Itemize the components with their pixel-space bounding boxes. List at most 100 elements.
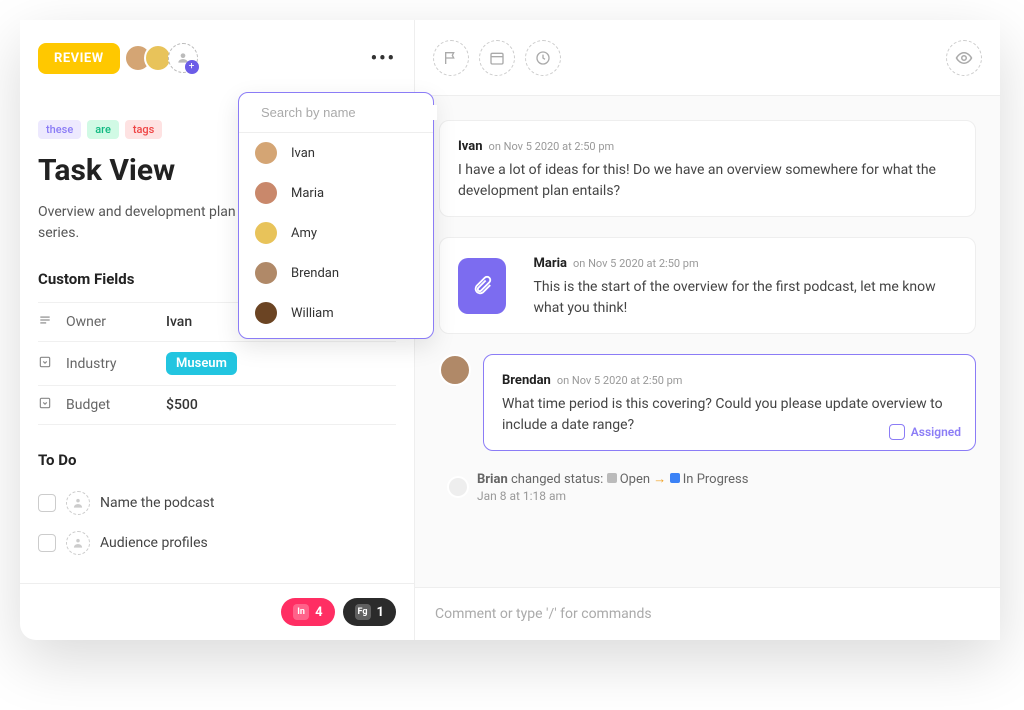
field-label: Budget [66, 397, 166, 413]
people-option-label: Brendan [291, 266, 339, 281]
activity-row: Brian changed status: Open → In Progress… [439, 471, 976, 503]
eye-icon [955, 49, 973, 67]
avatar [447, 476, 469, 498]
flag-button[interactable] [433, 40, 469, 76]
custom-field-row[interactable]: Industry Museum [38, 341, 396, 385]
avatar [253, 180, 279, 206]
todo-item[interactable]: Audience profiles [38, 523, 396, 563]
person-icon [71, 536, 85, 550]
people-option-label: Amy [291, 226, 317, 241]
people-option[interactable]: Maria [239, 173, 433, 213]
right-panel: Ivan on Nov 5 2020 at 2:50 pm I have a lo… [415, 20, 1000, 640]
todo-label: Audience profiles [100, 535, 208, 551]
assigned-checkbox[interactable] [889, 424, 905, 440]
people-option-label: Ivan [291, 146, 315, 161]
attachment-button[interactable] [458, 258, 506, 314]
people-option[interactable]: Amy [239, 213, 433, 253]
search-input[interactable] [261, 105, 437, 120]
avatar-pile: + [132, 43, 198, 73]
activity-author: Brian [477, 472, 508, 487]
todo-checkbox[interactable] [38, 494, 56, 512]
assign-button[interactable] [66, 531, 90, 555]
field-value-pill[interactable]: Museum [166, 352, 237, 375]
todo-label: Name the podcast [100, 495, 214, 511]
activity-from: Open [620, 472, 654, 487]
activity-phrase: changed status: [511, 472, 607, 487]
comment-body[interactable]: Ivan on Nov 5 2020 at 2:50 pm I have a lo… [439, 120, 976, 217]
status-color-icon [607, 473, 617, 483]
integration-chip[interactable]: In 4 [281, 598, 334, 626]
comment-author: Maria [534, 256, 568, 271]
left-footer: In 4 Fg 1 [20, 583, 414, 640]
avatar [253, 300, 279, 326]
comment-avatar[interactable] [439, 354, 471, 386]
plus-icon: + [185, 60, 199, 74]
assign-button[interactable] [66, 491, 90, 515]
comment-author: Brendan [502, 373, 551, 388]
comment-text: I have a lot of ideas for this! Do we ha… [458, 160, 957, 202]
comment: Brendanon Nov 5 2020 at 2:50 pm What tim… [439, 354, 976, 451]
people-option-label: William [291, 306, 334, 321]
dropdown-icon [38, 396, 58, 414]
comment-time: on Nov 5 2020 at 2:50 pm [573, 257, 699, 270]
app-window: REVIEW + ••• thesearetags Task View Over… [20, 20, 1000, 640]
assigned-label: Assigned [911, 425, 961, 439]
watch-button[interactable] [946, 40, 982, 76]
clock-icon [535, 50, 551, 66]
people-option[interactable]: Ivan [239, 133, 433, 173]
avatar [253, 140, 279, 166]
right-header [415, 20, 1000, 96]
text-icon [38, 313, 58, 331]
activity-time: Jan 8 at 1:18 am [477, 489, 748, 503]
field-label: Industry [66, 356, 166, 372]
comment-time: on Nov 5 2020 at 2:50 pm [557, 374, 683, 387]
time-button[interactable] [525, 40, 561, 76]
tag[interactable]: are [87, 120, 119, 139]
comment: Maria on Nov 5 2020 at 2:50 pm This is th… [439, 237, 976, 334]
field-value: $500 [166, 397, 198, 413]
people-option-label: Maria [291, 186, 324, 201]
todo-section: To Do Name the podcast Audience profiles [38, 451, 396, 563]
chip-count: 1 [377, 605, 384, 620]
dropdown-icon [38, 355, 58, 373]
comment-body[interactable]: Brendanon Nov 5 2020 at 2:50 pm What tim… [483, 354, 976, 451]
activity-to: In Progress [683, 472, 749, 487]
paperclip-icon [471, 275, 493, 297]
avatar [253, 260, 279, 286]
status-color-icon [670, 473, 680, 483]
add-person-button[interactable]: + [168, 43, 198, 73]
people-option[interactable]: William [239, 293, 433, 338]
chip-count: 4 [315, 605, 322, 620]
field-value: Ivan [166, 314, 192, 330]
calendar-button[interactable] [479, 40, 515, 76]
tag[interactable]: tags [125, 120, 163, 139]
avatar [253, 220, 279, 246]
todo-checkbox[interactable] [38, 534, 56, 552]
field-label: Owner [66, 314, 166, 330]
assigned-tag[interactable]: Assigned [889, 424, 961, 440]
person-icon [71, 496, 85, 510]
search-box [239, 93, 433, 133]
todo-item[interactable]: Name the podcast [38, 483, 396, 523]
comment-author: Ivan [458, 139, 483, 154]
people-option[interactable]: Brendan [239, 253, 433, 293]
more-button[interactable]: ••• [371, 48, 396, 69]
comment-body[interactable]: Maria on Nov 5 2020 at 2:50 pm This is th… [439, 237, 976, 334]
comments-list: Ivan on Nov 5 2020 at 2:50 pm I have a lo… [415, 96, 1000, 587]
comment-text: This is the start of the overview for th… [534, 277, 958, 319]
chip-icon: In [293, 604, 309, 620]
flag-icon [443, 50, 459, 66]
integration-chip[interactable]: Fg 1 [343, 598, 396, 626]
calendar-icon [489, 50, 505, 66]
tag[interactable]: these [38, 120, 81, 139]
left-panel: REVIEW + ••• thesearetags Task View Over… [20, 20, 415, 640]
comment-time: on Nov 5 2020 at 2:50 pm [489, 140, 615, 153]
custom-field-row[interactable]: Budget $500 [38, 385, 396, 425]
left-header: REVIEW + ••• [20, 20, 414, 96]
people-search-dropdown: Ivan Maria Amy Brendan William [238, 92, 434, 339]
status-badge[interactable]: REVIEW [38, 43, 120, 74]
comment: Ivan on Nov 5 2020 at 2:50 pm I have a lo… [439, 120, 976, 217]
todo-heading: To Do [38, 451, 396, 469]
comment-composer[interactable]: Comment or type '/' for commands [415, 587, 1000, 640]
chip-icon: Fg [355, 604, 371, 620]
